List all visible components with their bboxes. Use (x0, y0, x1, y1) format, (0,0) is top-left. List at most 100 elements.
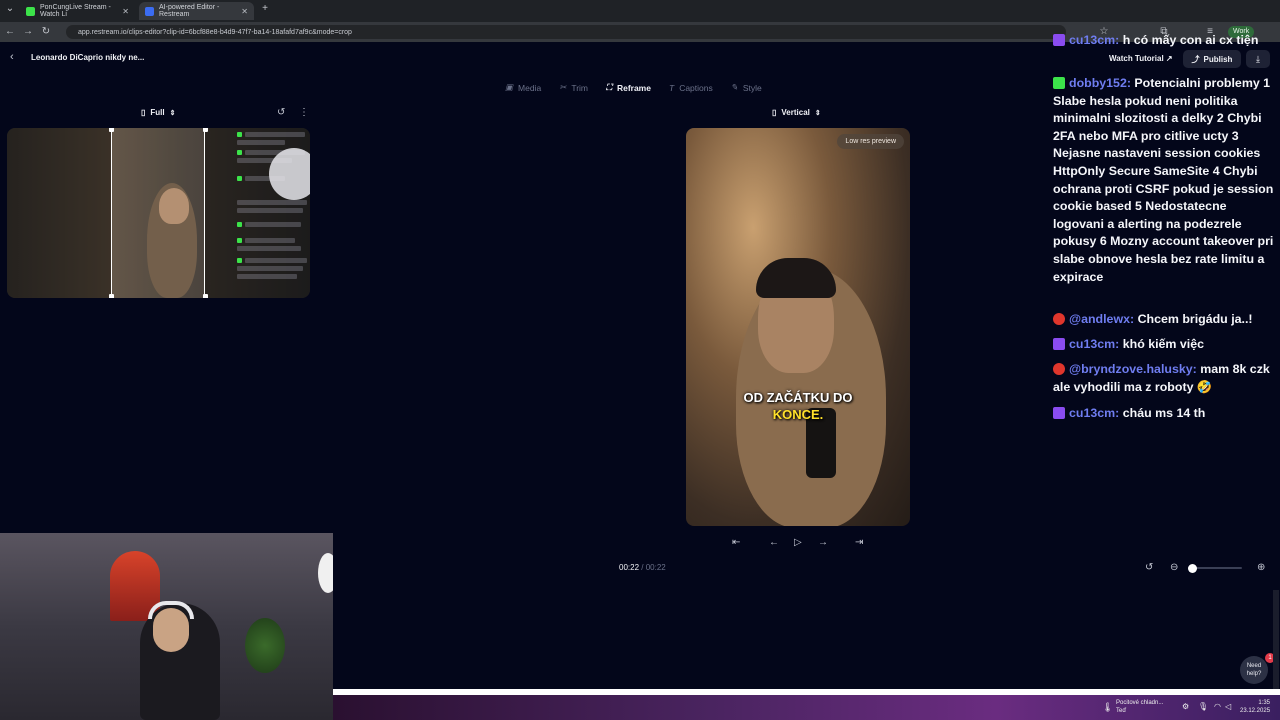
crop-handle[interactable] (203, 294, 208, 298)
tab-captions[interactable]: T Captions (669, 82, 713, 93)
undo-icon[interactable]: ↺ (1145, 562, 1153, 573)
clock-date: 23.12.2025 (1240, 708, 1271, 714)
chat-line (237, 208, 303, 213)
clip-title: Leonardo DiCaprio nikdy ne... (31, 53, 145, 62)
crop-dim-left (7, 128, 111, 298)
more-icon[interactable]: ⋮ (299, 107, 309, 118)
clock-time: 1:35 (1258, 700, 1271, 706)
tab-list-icon[interactable]: ⌄ (4, 3, 16, 15)
chat-line (245, 132, 305, 137)
volume-icon[interactable]: ◁ (1225, 702, 1231, 711)
twitch-icon (1053, 34, 1065, 46)
chat-message: cu13cm: cháu ms 14 th (1053, 405, 1275, 423)
scissors-icon: ✂ (559, 82, 567, 92)
caption-line-2[interactable]: KONCE. (686, 407, 910, 422)
chat-message: @bryndzove.halusky: mam 8k czk ale vyhod… (1053, 361, 1275, 396)
tab-trim[interactable]: ✂ Trim (559, 82, 588, 93)
chat-user: cu13cm: (1069, 33, 1120, 47)
chat-line (237, 274, 297, 279)
external-link-icon: ↗ (1165, 54, 1173, 63)
new-tab-button[interactable]: + (259, 3, 271, 15)
chat-badge (237, 222, 242, 227)
chat-message: cu13cm: h có mấy con ai cx tiện (1053, 32, 1275, 50)
tab-reframe[interactable]: ⛶ Reframe (606, 82, 651, 93)
phone-icon: ▯ (141, 108, 146, 117)
chat-text: Potencialni problemy 1 Slabe hesla pokud… (1053, 76, 1274, 284)
weather-subtext: Teď (1116, 708, 1127, 714)
webcam-overlay (0, 533, 333, 720)
tab-style[interactable]: ✎ Style (731, 82, 762, 93)
close-icon[interactable]: ✕ (241, 7, 248, 16)
restream-icon (145, 6, 154, 16)
playback-time: 00:22 / 00:22 (619, 563, 666, 572)
chat-line (237, 200, 307, 205)
sort-icon: ⇕ (169, 109, 176, 117)
play-icon[interactable]: ▷ (794, 537, 802, 548)
zoom-out-icon[interactable]: ⊖ (1170, 562, 1178, 573)
caption-line-1[interactable]: OD ZAČÁTKU DO (686, 390, 910, 405)
chat-line (237, 140, 285, 145)
chat-text: Chcem brigádu ja..! (1137, 312, 1253, 326)
youtube-icon (1053, 313, 1065, 325)
microphone-icon[interactable]: 🎙 (1198, 702, 1208, 711)
twitch-icon (1053, 338, 1065, 350)
share-icon: ⤴ (1191, 54, 1200, 64)
chat-badge (237, 238, 242, 243)
twitch-icon (1053, 407, 1065, 419)
reset-icon[interactable]: ↺ (277, 107, 285, 118)
back-icon[interactable]: ← (4, 26, 16, 38)
tab-media[interactable]: ▣ Media (505, 82, 541, 93)
source-video-preview[interactable] (7, 128, 310, 298)
weather-widget[interactable]: Pocitové chladn... Teď (1116, 699, 1163, 715)
publish-label: Publish (1203, 54, 1233, 64)
watch-tutorial-link[interactable]: Watch Tutorial ↗ (1109, 54, 1173, 63)
chat-message: @andlewx: Chcem brigádu ja..! (1053, 311, 1275, 329)
crop-frame[interactable] (111, 128, 205, 298)
chat-badge (237, 150, 242, 155)
close-icon[interactable]: ✕ (122, 7, 129, 16)
zoom-in-icon[interactable]: ⊕ (1257, 562, 1265, 573)
vertical-video-preview[interactable]: Low res preview OD ZAČÁTKU DO KONCE. (686, 128, 910, 526)
media-icon: ▣ (505, 82, 514, 92)
tray-icon[interactable]: ⚙ (1182, 702, 1189, 711)
layout-select-full[interactable]: ▯ Full ⇕ (141, 108, 176, 117)
chat-text: cháu ms 14 th (1122, 406, 1206, 420)
address-bar[interactable]: app.restream.io/clips-editor?clip-id=6bc… (66, 25, 1066, 39)
subject-hair (756, 258, 836, 298)
need-help-button[interactable]: Need help? (1240, 656, 1268, 684)
reload-icon[interactable]: ↻ (40, 26, 52, 38)
browser-tab-stream[interactable]: PonCungLive Stream - Watch Li ✕ (20, 2, 135, 20)
zoom-slider[interactable] (1190, 567, 1242, 569)
browser-tab-bar: ⌄ PonCungLive Stream - Watch Li ✕ AI-pow… (0, 0, 1280, 22)
need-help-line1: Need (1246, 663, 1262, 669)
layout-select-label: Full (150, 108, 165, 117)
chat-badge (237, 258, 242, 263)
weather-text: Pocitové chladn... (1116, 700, 1164, 706)
crop-handle[interactable] (109, 128, 114, 132)
time-separator: / (641, 563, 644, 572)
crop-handle[interactable] (203, 128, 208, 132)
download-icon: ⤓ (1256, 53, 1260, 64)
url-text: app.restream.io/clips-editor?clip-id=6bc… (78, 28, 352, 36)
forward-icon[interactable]: → (22, 26, 34, 38)
zoom-slider-handle[interactable] (1188, 564, 1197, 573)
aspect-select-vertical[interactable]: ▯ Vertical ⇕ (772, 108, 821, 117)
back-button[interactable]: ‹ (10, 51, 14, 63)
overlay-shape (269, 148, 310, 200)
scrollbar[interactable] (1273, 590, 1279, 690)
chat-line (237, 266, 303, 271)
skip-to-start-icon[interactable]: ⇤ (732, 537, 740, 548)
publish-button[interactable]: ⤴ Publish (1183, 50, 1241, 68)
step-back-icon[interactable]: ← (769, 537, 779, 548)
crop-handle[interactable] (109, 294, 114, 298)
skip-to-end-icon[interactable]: ⇥ (855, 537, 863, 548)
chat-badge (237, 176, 242, 181)
wifi-icon[interactable]: ◠ (1214, 702, 1221, 711)
need-help-line2: help? (1246, 671, 1262, 677)
step-forward-icon[interactable]: → (818, 537, 828, 548)
browser-tab-editor[interactable]: AI-powered Editor - Restream ✕ (139, 2, 254, 20)
system-clock[interactable]: 1:35 23.12.2025 (1240, 699, 1270, 715)
thermometer-icon: 🌡 (1102, 702, 1114, 712)
download-button[interactable]: ⤓ (1246, 50, 1270, 68)
chat-message: dobby152: Potencialni problemy 1 Slabe h… (1053, 75, 1275, 286)
